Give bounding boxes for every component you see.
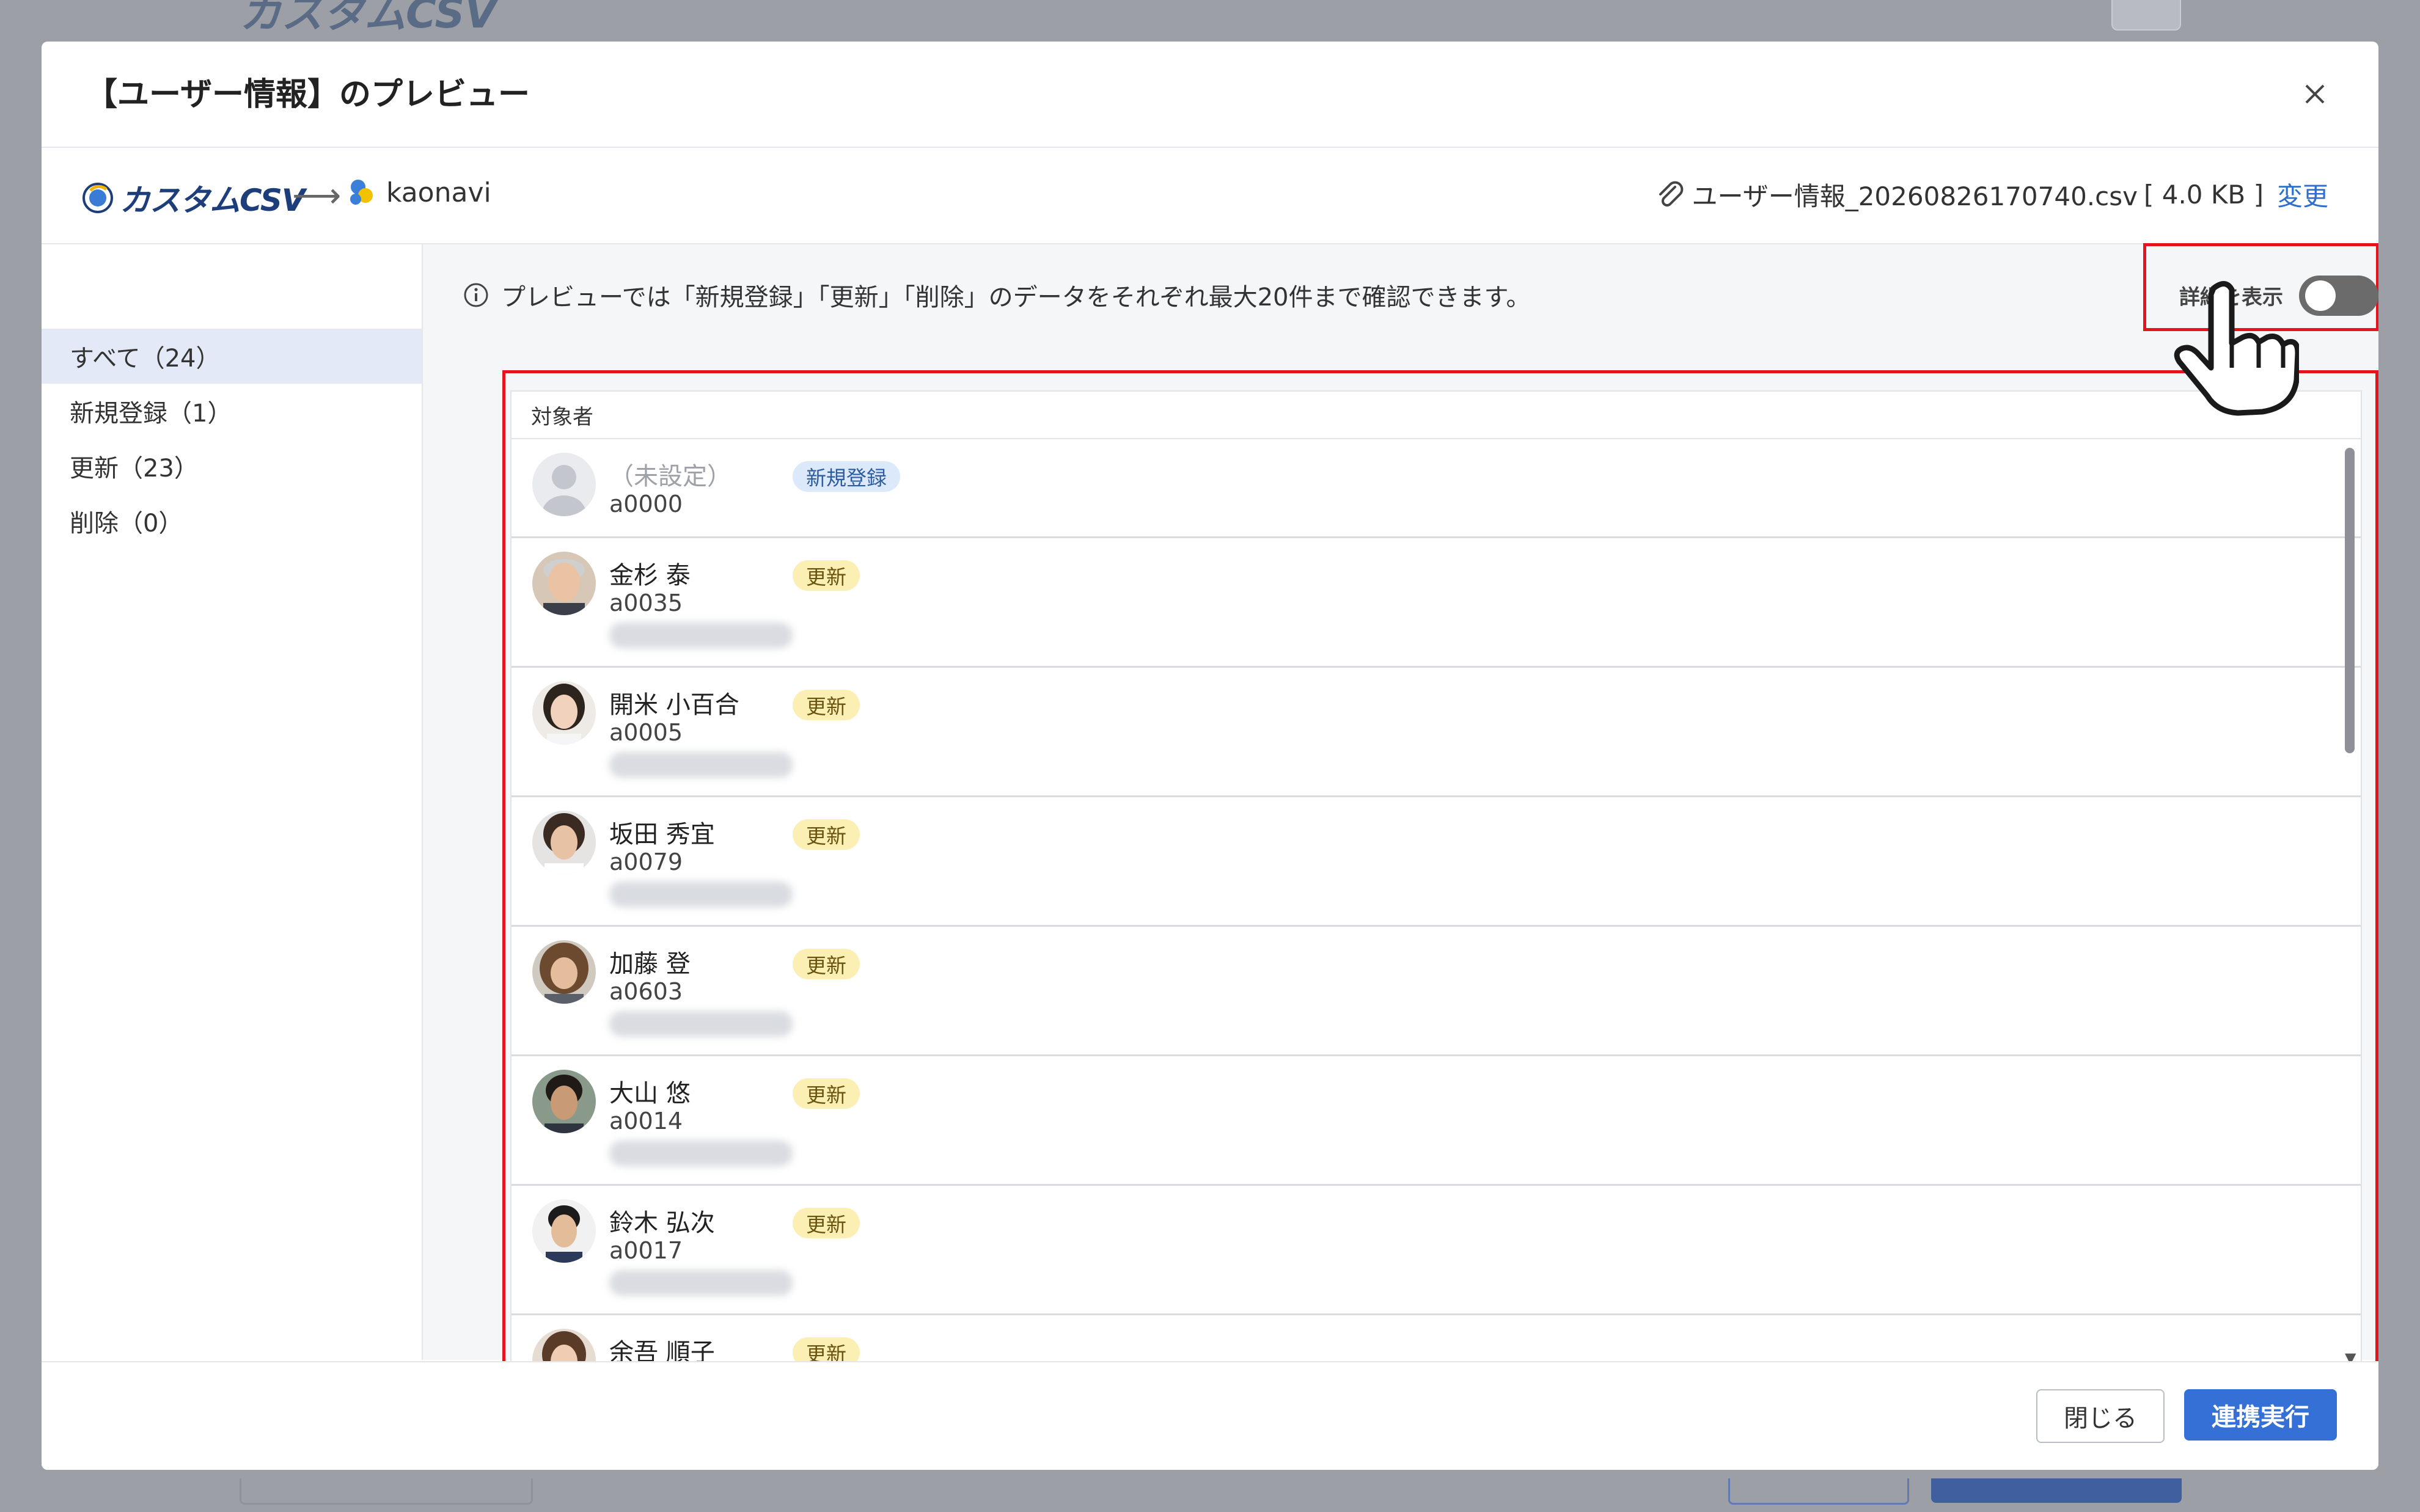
row-name: （未設定） xyxy=(609,462,732,491)
row-email-blurred xyxy=(609,752,793,778)
status-badge: 更新 xyxy=(793,949,860,979)
avatar xyxy=(532,940,596,1004)
table-row[interactable]: 鈴木 弘次 a0017 更新 xyxy=(512,1186,2361,1315)
change-file-link[interactable]: 変更 xyxy=(2277,176,2328,213)
row-id: a0005 xyxy=(609,719,683,746)
info-icon xyxy=(464,283,488,307)
background-element xyxy=(1931,1478,2182,1503)
preview-modal: 【ユーザー情報】のプレビュー カスタムCSV ⟶ kaonavi ユーザー情報_… xyxy=(42,42,2378,1470)
source-logo: カスタムCSV xyxy=(82,176,306,220)
table-row[interactable]: 坂田 秀宜 a0079 更新 xyxy=(512,797,2361,927)
preview-content: プレビューでは「新規登録」「更新」「削除」のデータをそれぞれ最大20件まで確認で… xyxy=(423,243,2378,1384)
info-text: プレビューでは「新規登録」「更新」「削除」のデータをそれぞれ最大20件まで確認で… xyxy=(501,283,1531,312)
destination-logo: kaonavi xyxy=(345,176,491,209)
file-info: ユーザー情報_20260826170740.csv [ 4.0 KB ] 変更 xyxy=(1657,176,2328,213)
status-badge: 更新 xyxy=(793,690,860,720)
background-element xyxy=(240,1478,533,1505)
row-name: 大山 悠 xyxy=(609,1079,691,1108)
preview-table: 対象者 （未設定） a0000 新規登録 金杉 泰 a0035 更新 開米 小百… xyxy=(510,390,2362,1380)
destination-name: kaonavi xyxy=(386,177,491,208)
integration-bar: カスタムCSV ⟶ kaonavi ユーザー情報_20260826170740.… xyxy=(42,148,2378,244)
filter-update[interactable]: 更新（23） xyxy=(42,439,422,494)
row-email-blurred xyxy=(609,882,793,907)
source-name: カスタムCSV xyxy=(120,183,306,218)
globe-icon xyxy=(82,183,113,213)
background-element xyxy=(1728,1478,1909,1505)
status-badge: 更新 xyxy=(793,1208,860,1238)
table-row[interactable]: 金杉 泰 a0035 更新 xyxy=(512,538,2361,668)
row-id: a0603 xyxy=(609,978,683,1005)
toggle-knob xyxy=(2305,280,2336,311)
row-name: 坂田 秀宜 xyxy=(609,820,715,849)
row-name: 開米 小百合 xyxy=(609,691,739,719)
table-row[interactable]: （未設定） a0000 新規登録 xyxy=(512,439,2361,538)
row-email-blurred xyxy=(609,1011,793,1037)
arrow-right-icon: ⟶ xyxy=(292,176,342,216)
filter-all[interactable]: すべて（24） xyxy=(42,329,422,384)
row-id: a0079 xyxy=(609,849,683,875)
table-scrollbar[interactable]: ▼ xyxy=(2344,442,2357,1370)
row-id: a0035 xyxy=(609,590,683,616)
table-row[interactable]: 加藤 登 a0603 更新 xyxy=(512,927,2361,1056)
detail-toggle[interactable] xyxy=(2299,276,2378,316)
file-name: ユーザー情報_20260826170740.csv xyxy=(1692,181,2138,211)
row-name: 加藤 登 xyxy=(609,950,691,978)
status-badge: 更新 xyxy=(793,819,860,850)
column-header: 対象者 xyxy=(512,392,2361,439)
table-row[interactable]: 開米 小百合 a0005 更新 xyxy=(512,668,2361,797)
filter-delete[interactable]: 削除（0） xyxy=(42,494,422,549)
status-badge: 更新 xyxy=(793,1078,860,1109)
row-name: 金杉 泰 xyxy=(609,561,691,590)
pointer-hand-icon xyxy=(2174,281,2299,416)
modal-footer: 閉じる 連携実行 xyxy=(42,1361,2378,1470)
info-message: プレビューでは「新規登録」「更新」「削除」のデータをそれぞれ最大20件まで確認で… xyxy=(463,277,1531,313)
avatar xyxy=(532,1199,596,1263)
avatar xyxy=(532,453,596,516)
row-name: 鈴木 弘次 xyxy=(609,1209,715,1237)
run-integration-button[interactable]: 連携実行 xyxy=(2184,1389,2337,1441)
avatar xyxy=(532,1070,596,1133)
preview-table-highlight: 対象者 （未設定） a0000 新規登録 金杉 泰 a0035 更新 開米 小百… xyxy=(502,370,2378,1384)
avatar xyxy=(532,681,596,745)
row-id: a0000 xyxy=(609,491,683,517)
row-email-blurred xyxy=(609,1141,793,1166)
status-badge: 新規登録 xyxy=(793,461,900,492)
status-badge: 更新 xyxy=(793,560,860,591)
row-id: a0014 xyxy=(609,1108,683,1134)
close-icon xyxy=(2305,84,2325,104)
filter-sidebar: すべて（24） 新規登録（1） 更新（23） 削除（0） xyxy=(42,244,423,1360)
paperclip-icon xyxy=(1659,181,1683,206)
table-row[interactable]: 大山 悠 a0014 更新 xyxy=(512,1056,2361,1186)
row-email-blurred xyxy=(609,623,793,648)
kaonavi-icon xyxy=(350,180,373,205)
close-button[interactable] xyxy=(2290,70,2339,119)
background-menu-button xyxy=(2111,0,2181,31)
file-size: [ 4.0 KB ] xyxy=(2144,180,2264,210)
close-button-footer[interactable]: 閉じる xyxy=(2036,1389,2165,1443)
row-id: a0017 xyxy=(609,1237,683,1264)
avatar xyxy=(532,552,596,615)
scrollbar-thumb[interactable] xyxy=(2345,448,2355,753)
modal-title: 【ユーザー情報】のプレビュー xyxy=(86,76,530,113)
background-app-logo: カスタムCSV xyxy=(240,0,497,38)
filter-new[interactable]: 新規登録（1） xyxy=(42,384,422,439)
avatar xyxy=(532,811,596,874)
row-email-blurred xyxy=(609,1270,793,1296)
modal-header: 【ユーザー情報】のプレビュー xyxy=(42,42,2378,148)
